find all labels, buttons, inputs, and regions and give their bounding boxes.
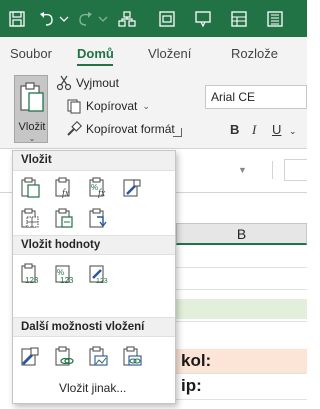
svg-text:123: 123 xyxy=(60,276,74,284)
more-icon[interactable] xyxy=(266,10,284,28)
clipboard-icon xyxy=(20,82,44,112)
row-gridline xyxy=(176,399,307,400)
paste-label: Vložit xyxy=(18,121,46,133)
formula-input[interactable] xyxy=(284,159,307,181)
green-cell[interactable] xyxy=(176,299,307,319)
paste-formulas-number-format-icon[interactable]: % fx xyxy=(87,176,109,198)
svg-text:fx: fx xyxy=(98,188,106,198)
section-paste-values: Vložit hodnoty xyxy=(13,235,175,255)
svg-text:123: 123 xyxy=(25,276,39,284)
paste-linked-picture-icon[interactable] xyxy=(121,345,143,367)
chevron-down-icon[interactable]: ⌄ xyxy=(142,101,150,112)
copy-label: Kopírovat xyxy=(86,99,138,113)
formula-separator xyxy=(272,161,273,179)
row-gridline xyxy=(176,289,307,290)
font-name-box[interactable]: Arial CE xyxy=(205,85,307,109)
column-header-b[interactable]: B xyxy=(176,223,307,245)
save-icon[interactable] xyxy=(8,10,26,28)
format-painter-button[interactable]: Kopírovat formát xyxy=(66,119,175,139)
chevron-down-icon[interactable]: ⌄ xyxy=(289,126,297,137)
paste-icon[interactable] xyxy=(19,176,41,198)
row-gridline xyxy=(176,267,307,268)
paste-options-menu: Vložit fx % fx Vložit hodnoty 123 % 123 … xyxy=(12,150,176,404)
paste-transpose-icon[interactable] xyxy=(87,207,109,229)
cell-text: kol: xyxy=(181,351,212,370)
paste-values-number-format-icon[interactable]: % 123 xyxy=(53,262,75,284)
svg-text:fx: fx xyxy=(62,188,70,198)
share-icon[interactable] xyxy=(118,10,136,28)
redo-icon[interactable] xyxy=(76,10,94,28)
tab-domu[interactable]: Domů xyxy=(77,46,114,61)
chevron-down-icon: ⌄ xyxy=(28,134,36,143)
paste-keep-source-formatting-icon[interactable] xyxy=(121,176,143,198)
cut-button[interactable]: Vyjmout xyxy=(56,73,119,93)
paste-special-link[interactable]: Vložit jinak... xyxy=(59,381,126,395)
svg-text:123: 123 xyxy=(96,278,108,284)
paste-formatting-icon[interactable] xyxy=(19,345,41,367)
chevron-down-icon[interactable]: ▼ xyxy=(238,165,247,175)
section-paste: Vložit xyxy=(13,151,175,171)
paste-no-borders-icon[interactable] xyxy=(19,207,41,229)
form-icon[interactable] xyxy=(158,10,176,28)
row-gridline xyxy=(176,321,307,322)
dialog-launcher-icon[interactable] xyxy=(173,128,182,137)
paste-keep-column-widths-icon[interactable] xyxy=(53,207,75,229)
paste-button[interactable]: Vložit ⌄ xyxy=(14,75,48,143)
section-other-paste-options: Další možnosti vložení xyxy=(13,317,175,337)
brush-icon xyxy=(67,121,82,136)
cell-text: ip: xyxy=(181,376,202,395)
bold-button[interactable]: B xyxy=(230,122,239,137)
row-gridline xyxy=(176,373,307,374)
chevron-down-icon[interactable] xyxy=(55,10,73,28)
italic-button[interactable]: I xyxy=(252,122,256,138)
tab-soubor[interactable]: Soubor xyxy=(10,46,52,61)
paste-values-source-formatting-icon[interactable]: 123 xyxy=(87,262,109,284)
shape-icon[interactable] xyxy=(194,10,212,28)
cut-label: Vyjmout xyxy=(76,76,119,90)
table-icon[interactable] xyxy=(230,10,248,28)
title-bar xyxy=(0,0,307,37)
scissors-icon xyxy=(56,75,72,91)
paste-values-icon[interactable]: 123 xyxy=(19,262,41,284)
format-painter-label: Kopírovat formát xyxy=(86,122,175,136)
chevron-down-icon[interactable] xyxy=(94,10,112,28)
paste-link-icon[interactable] xyxy=(53,345,75,367)
tab-rozlozeni[interactable]: Rozlože xyxy=(231,46,278,61)
paste-formulas-icon[interactable]: fx xyxy=(53,176,75,198)
underline-button[interactable]: U xyxy=(272,122,281,137)
ribbon-tabs: Soubor Domů Vložení Rozlože xyxy=(0,37,307,71)
copy-button[interactable]: Kopírovat ⌄ xyxy=(66,96,150,116)
ribbon-home: Vložit ⌄ Vyjmout Kopírovat ⌄ Kopírovat f… xyxy=(0,71,307,149)
tab-vlozeni[interactable]: Vložení xyxy=(148,46,191,61)
active-tab-indicator xyxy=(77,64,113,66)
undo-icon[interactable] xyxy=(38,10,56,28)
copy-icon xyxy=(67,99,81,114)
paste-picture-icon[interactable] xyxy=(87,345,109,367)
